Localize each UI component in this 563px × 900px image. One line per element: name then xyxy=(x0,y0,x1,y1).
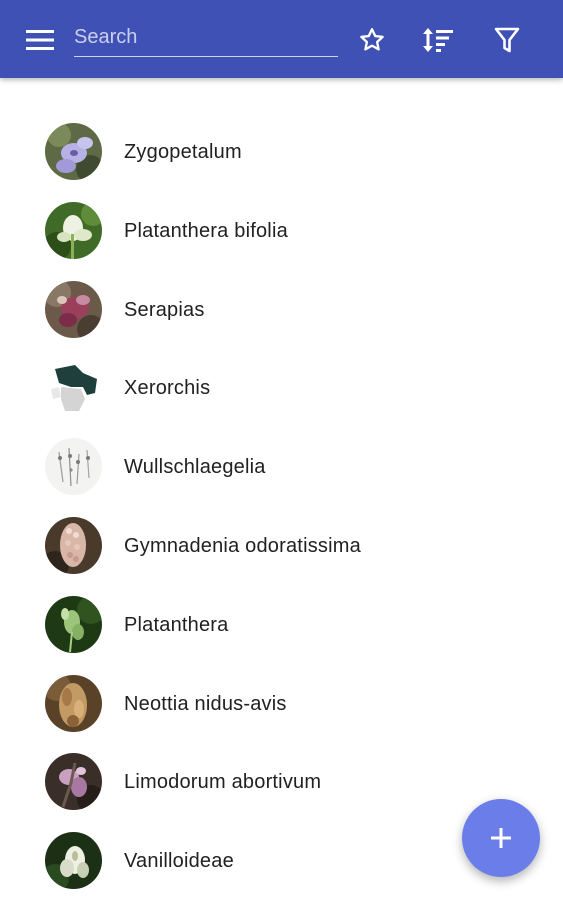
menu-icon xyxy=(26,30,54,50)
filter-icon xyxy=(494,27,520,53)
list-item[interactable]: Neottia nidus-avis xyxy=(0,664,563,743)
search-input[interactable] xyxy=(74,18,338,57)
list-item[interactable]: Xerorchis xyxy=(0,348,563,427)
filter-button[interactable] xyxy=(490,22,524,58)
app-root: Zygopetalum Platanthera bifolia xyxy=(0,0,563,900)
thumbnail-vanilloideae xyxy=(45,832,102,890)
thumbnail-wullschlaegelia xyxy=(45,438,102,496)
app-toolbar xyxy=(0,0,563,78)
thumbnail-zygopetalum xyxy=(45,123,102,180)
item-label: Serapias xyxy=(124,298,205,321)
list-item[interactable]: Serapias xyxy=(0,270,563,349)
sort-icon xyxy=(423,28,453,52)
add-button[interactable] xyxy=(462,799,540,877)
thumbnail-xerorchis xyxy=(45,359,102,417)
item-label: Xerorchis xyxy=(124,377,211,400)
item-label: Platanthera xyxy=(124,613,229,636)
thumbnail-neottia xyxy=(45,674,102,732)
list-item[interactable]: Platanthera xyxy=(0,585,563,664)
thumbnail-serapias xyxy=(45,280,102,338)
list-item[interactable]: Platanthera bifolia xyxy=(0,191,563,270)
item-label: Wullschlaegelia xyxy=(124,456,266,479)
item-label: Limodorum abortivum xyxy=(124,771,322,794)
search-box xyxy=(74,18,338,58)
menu-button[interactable] xyxy=(22,25,58,55)
thumbnail-limodorum xyxy=(45,753,102,811)
item-label: Zygopetalum xyxy=(124,141,242,163)
item-label: Platanthera bifolia xyxy=(124,219,288,242)
favorites-button[interactable] xyxy=(355,22,389,58)
list-item[interactable]: Gymnadenia odoratissima xyxy=(0,506,563,585)
sort-button[interactable] xyxy=(421,22,455,58)
item-label: Vanilloideae xyxy=(124,850,234,873)
thumbnail-platanthera xyxy=(45,595,102,653)
list-item[interactable]: Zygopetalum xyxy=(0,112,563,191)
plus-icon xyxy=(491,828,511,848)
star-outline-icon xyxy=(360,28,384,51)
list-item[interactable]: Wullschlaegelia xyxy=(0,427,563,506)
item-label: Neottia nidus-avis xyxy=(124,692,287,715)
thumbnail-gymnadenia xyxy=(45,516,102,574)
thumbnail-platanthera-bifolia xyxy=(45,201,102,259)
item-label: Gymnadenia odoratissima xyxy=(124,534,361,557)
orchid-list: Zygopetalum Platanthera bifolia Serapias… xyxy=(0,112,563,900)
